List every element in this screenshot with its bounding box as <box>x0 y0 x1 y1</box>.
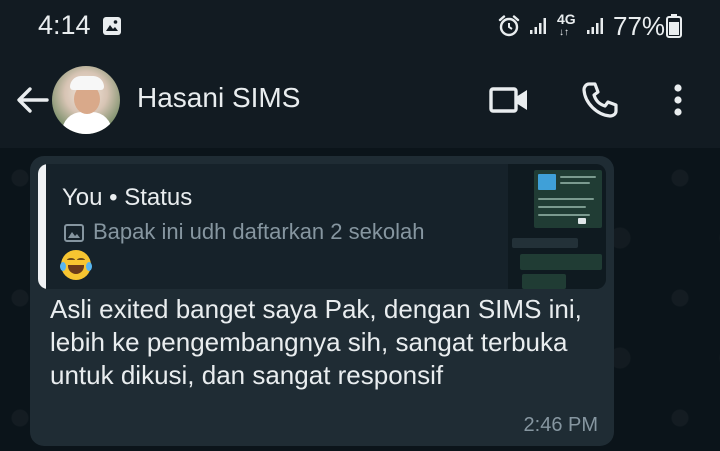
video-call-icon[interactable] <box>488 80 530 120</box>
contact-name[interactable]: Hasani SIMS <box>137 82 300 114</box>
quote-author: You • Status <box>62 184 193 211</box>
network-type: 4G <box>557 11 576 27</box>
phone-icon[interactable] <box>580 80 620 120</box>
chat-area[interactable]: You • Status Bapak ini udh daftarkan 2 s… <box>0 148 720 451</box>
quote-accent-bar <box>38 164 46 289</box>
tears-of-joy-emoji-icon <box>60 250 92 280</box>
status-thumbnail <box>508 164 606 289</box>
alarm-icon <box>498 15 520 37</box>
chat-header: Hasani SIMS <box>0 52 720 148</box>
battery-icon <box>666 14 682 38</box>
quote-text: Bapak ini udh daftarkan 2 sekolah <box>93 219 425 244</box>
signal-icon <box>530 18 546 34</box>
gallery-icon <box>103 17 121 35</box>
message-timestamp: 2:46 PM <box>523 414 598 436</box>
message-bubble[interactable]: You • Status Bapak ini udh daftarkan 2 s… <box>30 156 614 446</box>
network-activity: ↓↑ <box>559 27 569 38</box>
battery-percentage: 77% <box>613 11 666 41</box>
quoted-status[interactable]: You • Status Bapak ini udh daftarkan 2 s… <box>38 164 606 289</box>
status-time: 4:14 <box>38 10 91 40</box>
signal-icon <box>587 18 603 34</box>
avatar[interactable] <box>52 66 120 134</box>
more-vert-icon[interactable] <box>664 80 692 120</box>
message-text: Asli exited banget saya Pak, dengan SIMS… <box>50 294 582 390</box>
image-icon <box>64 224 84 242</box>
status-bar: 4:14 4G ↓↑ 77% <box>0 0 720 52</box>
arrow-left-icon[interactable] <box>14 82 50 118</box>
